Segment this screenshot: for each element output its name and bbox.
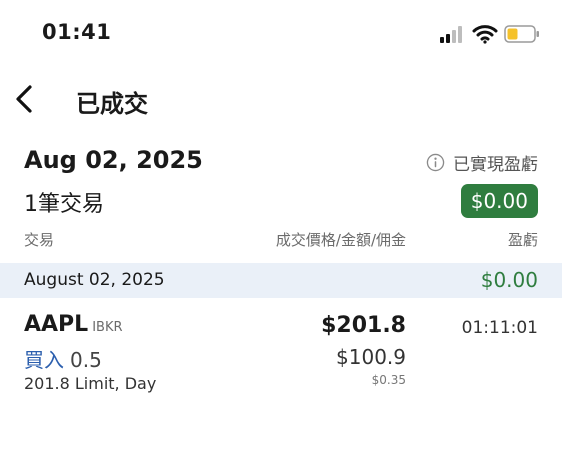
group-pnl: $0.00 (480, 268, 538, 292)
trade-side: 買入 (24, 348, 64, 372)
trade-symbol: AAPL (24, 312, 89, 337)
column-header-trade: 交易 (24, 231, 55, 249)
summary-date: Aug 02, 2025 (24, 146, 203, 174)
info-icon[interactable] (426, 153, 445, 172)
trade-broker: IBKR (92, 320, 123, 335)
chevron-left-icon[interactable] (12, 84, 38, 114)
trade-amount: $100.9 (336, 345, 406, 369)
page-title: 已成交 (76, 90, 148, 118)
realized-pnl-label[interactable]: 已實現盈虧 (426, 150, 538, 175)
trade-price: $201.8 (321, 313, 406, 338)
trade-time: 01:11:01 (461, 318, 538, 338)
column-header-pnl: 盈虧 (507, 231, 538, 249)
column-header-price: 成交價格/金額/佣金 (275, 231, 406, 249)
trade-commission: $0.35 (371, 373, 406, 387)
trade-side-line: 買入 0.5 (24, 344, 102, 373)
realized-pnl-badge: $0.00 (460, 184, 538, 218)
wifi-icon (472, 25, 498, 44)
status-bar-time: 01:41 (42, 20, 112, 44)
trade-count: 1筆交易 (24, 192, 104, 217)
trade-quantity: 0.5 (70, 348, 102, 372)
signal-icon (440, 26, 462, 43)
battery-icon (504, 25, 539, 43)
trade-order-description: 201.8 Limit, Day (24, 374, 157, 393)
realized-label-text: 已實現盈虧 (453, 155, 538, 175)
trade-symbol-group: AAPL IBKR (24, 312, 123, 337)
group-date: August 02, 2025 (24, 270, 165, 290)
